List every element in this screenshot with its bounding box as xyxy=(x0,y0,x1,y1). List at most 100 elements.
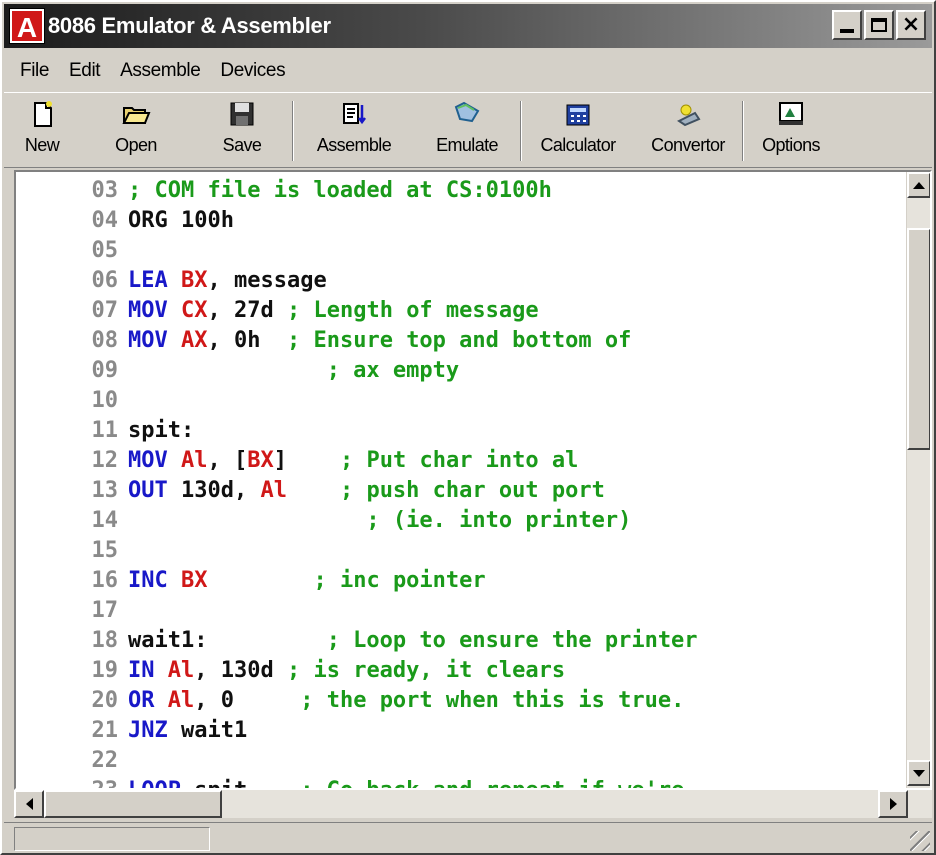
code-register: Al xyxy=(260,478,287,503)
code-line[interactable]: 16 INC BX ; inc pointer xyxy=(16,566,486,596)
arrow-left-icon xyxy=(25,798,33,810)
code-text: , [ xyxy=(207,448,248,473)
floppy-disk-icon xyxy=(230,102,254,126)
vertical-scroll-thumb[interactable] xyxy=(907,228,930,450)
code-line[interactable]: 09 ; ax empty xyxy=(16,356,460,386)
maximize-button[interactable] xyxy=(864,10,894,40)
line-number: 12 xyxy=(91,448,119,473)
options-button[interactable]: Options xyxy=(744,93,838,167)
new-file-icon xyxy=(34,101,52,127)
calculator-button[interactable]: Calculator xyxy=(522,93,634,167)
code-line[interactable]: 19 IN Al, 130d ; is ready, it clears xyxy=(16,656,566,686)
code-text: wait1 xyxy=(167,718,248,743)
scroll-right-button[interactable] xyxy=(878,790,908,818)
code-line[interactable]: 10 xyxy=(16,386,128,416)
line-number: 20 xyxy=(91,688,119,713)
convertor-button[interactable]: Convertor xyxy=(634,93,742,167)
code-line[interactable]: 13 OUT 130d, Al ; push char out port xyxy=(16,476,605,506)
code-keyword: MOV xyxy=(128,328,168,353)
code-line[interactable]: 11 spit: xyxy=(16,416,195,446)
menu-bar: File Edit Assemble Devices xyxy=(4,52,932,90)
code-keyword: MOV xyxy=(128,448,168,473)
code-keyword: LOOP xyxy=(128,778,181,788)
save-label: Save xyxy=(222,135,262,155)
code-editor[interactable]: 03 ; COM file is loaded at CS:0100h 04 ORG … xyxy=(14,170,932,790)
code-line[interactable]: 23LOOP spit ; Go back and repeat if we'r… xyxy=(16,776,685,788)
minimize-button[interactable] xyxy=(832,10,862,40)
emulate-label: Emulate xyxy=(436,135,498,155)
code-line[interactable]: 05 xyxy=(16,236,128,266)
code-text: , 130d xyxy=(194,658,287,683)
code-line[interactable]: 18 wait1: ; Loop to ensure the printer xyxy=(16,626,698,656)
calculator-label: Calculator xyxy=(540,135,616,155)
code-line[interactable]: 06 LEA BX, message xyxy=(16,266,327,296)
close-button[interactable]: × xyxy=(896,10,926,40)
line-number: 05 xyxy=(91,238,119,263)
code-line[interactable]: 04 ORG 100h xyxy=(16,206,234,236)
title-bar[interactable]: A 8086 Emulator & Assembler × xyxy=(4,4,932,48)
code-register: Al xyxy=(167,688,195,713)
code-keyword: IN xyxy=(128,658,155,683)
arrow-right-icon xyxy=(889,798,897,810)
code-text: wait1: xyxy=(128,628,327,653)
horizontal-scroll-thumb[interactable] xyxy=(44,790,222,818)
assemble-icon xyxy=(343,103,366,125)
code-line[interactable]: 08 MOV AX, 0h ; Ensure top and bottom of xyxy=(16,326,632,356)
code-line[interactable]: 14 ; (ie. into printer) xyxy=(16,506,632,536)
minimize-icon xyxy=(840,29,854,33)
line-number: 03 xyxy=(91,178,119,203)
new-button[interactable]: New xyxy=(4,93,80,167)
code-comment: ; COM file is loaded at CS:0100h xyxy=(128,178,552,203)
line-number: 09 xyxy=(91,358,119,383)
menu-edit[interactable]: Edit xyxy=(59,60,110,82)
menu-devices[interactable]: Devices xyxy=(210,60,295,82)
close-icon: × xyxy=(901,12,921,37)
code-line[interactable]: 07 MOV CX, 27d ; Length of message xyxy=(16,296,539,326)
code-register: BX xyxy=(181,268,208,293)
code-comment: ; Go back and repeat if we're xyxy=(300,778,684,788)
code-comment: ; push char out port xyxy=(339,478,605,503)
code-comment: ; (ie. into printer) xyxy=(366,508,632,533)
save-button[interactable]: Save xyxy=(192,93,292,167)
code-text-area[interactable]: 03 ; COM file is loaded at CS:0100h 04 ORG … xyxy=(16,172,908,788)
code-line[interactable]: 20 OR Al, 0 ; the port when this is true. xyxy=(16,686,685,716)
code-line[interactable]: 17 xyxy=(16,596,128,626)
code-text: spit: xyxy=(128,418,195,443)
window-controls: × xyxy=(832,10,926,40)
code-line[interactable]: 22 xyxy=(16,746,128,776)
open-folder-icon xyxy=(122,107,151,124)
scroll-up-button[interactable] xyxy=(907,172,930,198)
line-number: 21 xyxy=(91,718,119,743)
code-comment: ; is ready, it clears xyxy=(286,658,566,683)
code-line[interactable]: 12 MOV Al, [BX] ; Put char into al xyxy=(16,446,579,476)
horizontal-scrollbar[interactable] xyxy=(14,790,932,818)
code-line[interactable]: 21 JNZ wait1 xyxy=(16,716,248,746)
code-keyword: JNZ xyxy=(128,718,168,743)
vertical-scrollbar[interactable] xyxy=(906,172,930,788)
scroll-down-button[interactable] xyxy=(907,760,930,786)
line-number: 10 xyxy=(91,388,119,413)
code-text: , 0 xyxy=(194,688,301,713)
menu-file[interactable]: File xyxy=(10,60,59,82)
app-logo-icon[interactable]: A xyxy=(9,8,45,44)
emulate-button[interactable]: Emulate xyxy=(414,93,520,167)
line-number: 13 xyxy=(91,478,119,503)
code-keyword: MOV xyxy=(128,298,168,323)
menu-assemble[interactable]: Assemble xyxy=(110,60,210,82)
line-number: 23 xyxy=(16,776,128,788)
assemble-button[interactable]: Assemble xyxy=(294,93,414,167)
code-line[interactable]: 03 ; COM file is loaded at CS:0100h xyxy=(16,176,552,206)
code-line[interactable]: 15 xyxy=(16,536,128,566)
resize-grip-icon[interactable] xyxy=(910,831,930,851)
line-number: 06 xyxy=(91,268,119,293)
open-button[interactable]: Open xyxy=(80,93,192,167)
scroll-left-button[interactable] xyxy=(14,790,44,818)
line-number: 07 xyxy=(91,298,119,323)
